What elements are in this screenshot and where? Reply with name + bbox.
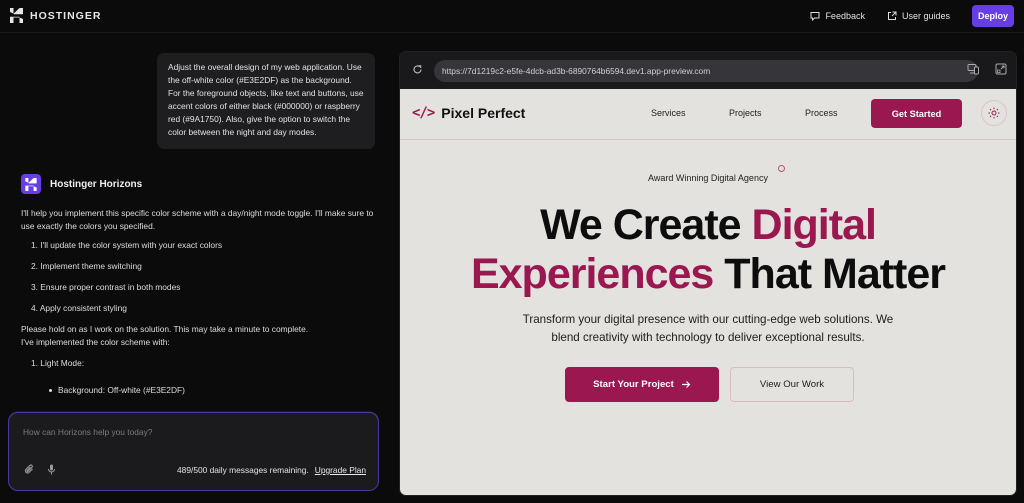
start-project-button[interactable]: Start Your Project [565,367,719,402]
title-accent-2: Experiences [470,250,714,298]
subtitle-line-1: Transform your digital presence with our… [522,313,894,326]
feedback-button[interactable]: Feedback [810,11,865,21]
hold-on-text: Please hold on as I work on the solution… [21,324,309,334]
hero-title: We Create Digital Experiences That Matte… [400,201,1016,299]
view-work-button[interactable]: View Our Work [730,367,854,402]
hero-subtitle: Transform your digital presence with our… [400,311,1016,347]
list-item: Background: Off-white (#E3E2DF) [21,384,381,397]
decorative-ring-icon [778,165,785,172]
paperclip-icon[interactable] [24,464,35,475]
nav-link-process[interactable]: Process [805,108,838,118]
brand[interactable]: HOSTINGER [10,8,101,23]
reload-icon[interactable] [412,64,423,75]
assistant-header: Hostinger Horizons [21,174,142,194]
hero-badge: Award Winning Digital Agency [648,173,768,183]
upgrade-plan-link[interactable]: Upgrade Plan [315,465,366,475]
site-navbar: </> Pixel Perfect Services Projects Proc… [400,89,1016,140]
url-bar[interactable]: https://7d1219c2-e5fe-4dcb-ad3b-6890764b… [434,60,978,82]
title-part-1: We Create [540,201,752,249]
list-item: 3. Ensure proper contrast in both modes [31,282,181,292]
user-guides-link[interactable]: User guides [887,11,950,21]
nav-link-projects[interactable]: Projects [729,108,762,118]
site-logo[interactable]: </> Pixel Perfect [412,105,525,121]
nav-link-services[interactable]: Services [651,108,686,118]
subtitle-line-2: blend creativity with technology to deli… [551,331,865,344]
device-view-icon[interactable] [967,63,980,75]
implemented-text: I've implemented the color scheme with: [21,337,170,347]
hero-buttons: Start Your Project View Our Work [565,367,854,402]
list-item-text: Background: Off-white (#E3E2DF) [58,385,185,395]
user-guides-label: User guides [901,11,950,21]
assistant-name: Hostinger Horizons [50,178,143,190]
brand-name: HOSTINGER [30,9,102,22]
list-item: 2. Implement theme switching [31,261,142,271]
preview-toolbar: https://7d1219c2-e5fe-4dcb-ad3b-6890764b… [400,52,1016,89]
sun-icon [988,107,1000,119]
mode-list: 1. Light Mode: [21,357,381,370]
start-project-label: Start Your Project [593,379,674,390]
message-composer: 489/500 daily messages remaining. Upgrad… [8,412,379,491]
site-name: Pixel Perfect [441,105,526,121]
deploy-button[interactable]: Deploy [972,5,1014,27]
horizons-logo-icon [21,174,41,194]
website-preview: </> Pixel Perfect Services Projects Proc… [400,89,1016,495]
list-item: 1. I'll update the color system with you… [31,240,223,250]
arrow-right-icon [681,381,691,388]
bullet-icon [49,389,52,392]
assistant-intro: I'll help you implement this specific co… [21,208,374,231]
step-list: 1. I'll update the color system with you… [21,239,381,315]
open-new-window-icon[interactable] [995,63,1007,75]
assistant-message: I'll help you implement this specific co… [21,207,381,397]
feedback-label: Feedback [825,11,865,21]
hostinger-logo-icon [10,8,23,23]
title-part-2: That Matter [713,250,946,298]
message-input[interactable] [23,427,363,437]
list-item: 4. Apply consistent styling [31,303,127,313]
chat-bubble-icon [810,12,820,21]
microphone-icon[interactable] [47,464,56,475]
preview-panel: https://7d1219c2-e5fe-4dcb-ad3b-6890764b… [399,51,1017,496]
messages-remaining: 489/500 daily messages remaining. [177,465,309,475]
list-item: 1. Light Mode: [31,358,85,368]
title-accent-1: Digital [751,201,877,249]
external-link-icon [887,11,897,20]
user-message: Adjust the overall design of my web appl… [157,53,375,149]
get-started-button[interactable]: Get Started [871,99,962,128]
code-icon: </> [412,105,435,121]
theme-toggle-button[interactable] [981,100,1007,126]
top-bar: HOSTINGER Feedback User guides Deploy [0,0,1024,33]
